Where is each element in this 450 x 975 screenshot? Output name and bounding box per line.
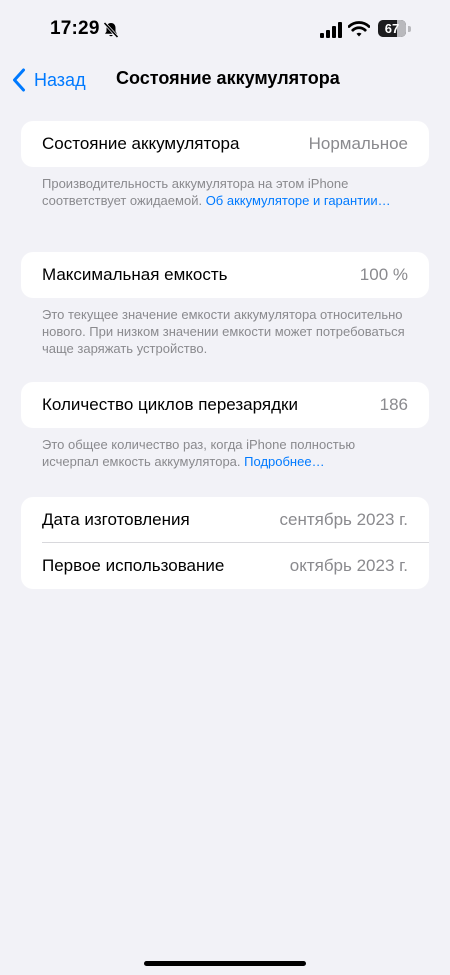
- max-capacity-card: Максимальная емкость 100 %: [21, 252, 429, 298]
- chevron-left-icon: [13, 68, 25, 92]
- manufacture-date-label: Дата изготовления: [42, 510, 190, 529]
- cellular-signal-icon: [320, 22, 342, 38]
- page-title: Состояние аккумулятора: [116, 68, 340, 88]
- battery-body: 67: [378, 20, 406, 37]
- manufacture-date-value: сентябрь 2023 г.: [279, 510, 409, 529]
- max-capacity-row: Максимальная емкость 100 %: [21, 252, 429, 298]
- battery-indicator: 67: [378, 19, 412, 39]
- max-capacity-value: 100 %: [359, 265, 408, 284]
- cycle-count-value: 186: [379, 395, 408, 414]
- back-button[interactable]: Назад: [12, 66, 86, 94]
- battery-warranty-link[interactable]: Об аккумуляторе и гарантии…: [206, 193, 391, 208]
- first-use-label: Первое использование: [42, 556, 225, 575]
- first-use-value: октябрь 2023 г.: [289, 556, 408, 575]
- battery-health-label: Состояние аккумулятора: [42, 134, 240, 153]
- status-bar: 17:29 67: [0, 0, 450, 60]
- battery-tip: [408, 26, 411, 32]
- battery-level: 67: [384, 21, 400, 36]
- cycle-count-footer: Это общее количество раз, когда iPhone п…: [42, 436, 412, 470]
- manufacture-date-row: Дата изготовления сентябрь 2023 г.: [21, 497, 429, 543]
- navigation-bar: Назад Состояние аккумулятора: [0, 60, 450, 100]
- back-label: Назад: [34, 69, 86, 90]
- cycle-count-card: Количество циклов перезарядки 186: [21, 382, 429, 428]
- first-use-row: Первое использование октябрь 2023 г.: [21, 543, 429, 589]
- max-capacity-footer-text: Это текущее значение емкости аккумулятор…: [42, 307, 405, 356]
- home-indicator[interactable]: [144, 961, 306, 966]
- wifi-icon: [348, 21, 370, 37]
- bell-slash-icon: [103, 21, 119, 39]
- cycle-count-more-link[interactable]: Подробнее…: [244, 454, 324, 469]
- cycle-count-label: Количество циклов перезарядки: [42, 395, 298, 414]
- cycle-count-row: Количество циклов перезарядки 186: [21, 382, 429, 428]
- max-capacity-footer: Это текущее значение емкости аккумулятор…: [42, 306, 412, 357]
- status-time: 17:29: [50, 18, 100, 39]
- battery-health-card: Состояние аккумулятора Нормальное: [21, 121, 429, 167]
- battery-health-footer: Производительность аккумулятора на этом …: [42, 175, 412, 209]
- battery-health-value: Нормальное: [308, 134, 408, 153]
- battery-health-row: Состояние аккумулятора Нормальное: [21, 121, 429, 167]
- dates-card: Дата изготовления сентябрь 2023 г. Перво…: [21, 497, 429, 589]
- max-capacity-label: Максимальная емкость: [42, 265, 228, 284]
